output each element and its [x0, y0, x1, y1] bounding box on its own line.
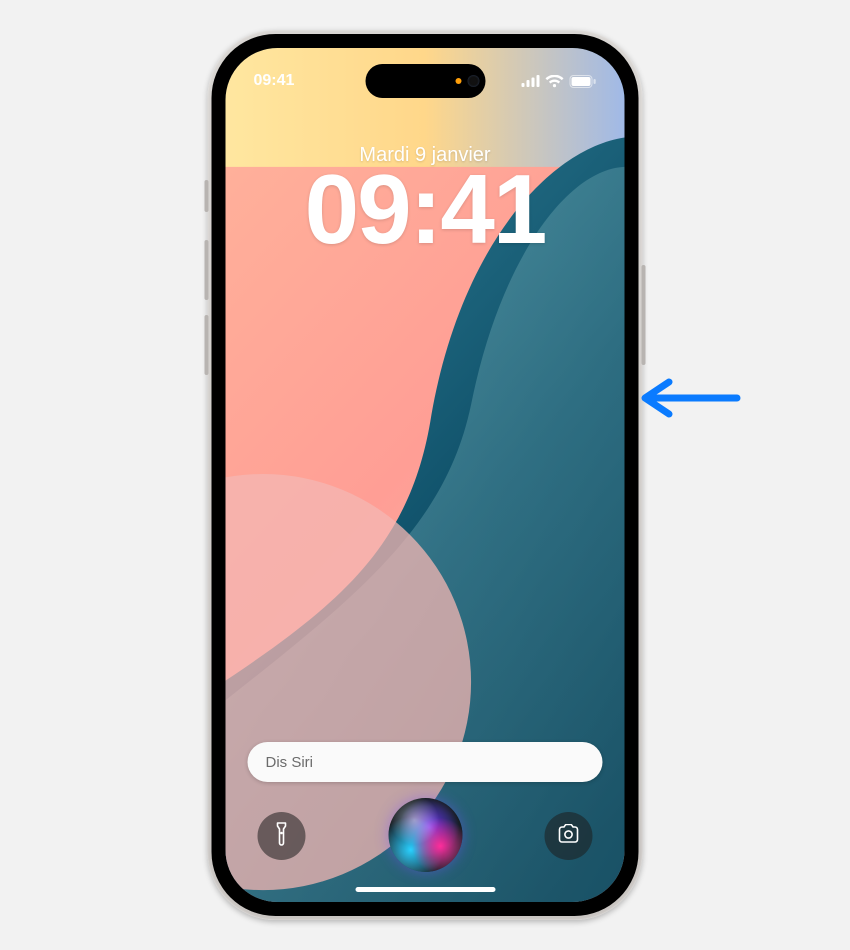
phone-bezel: 09:41 — [212, 34, 639, 916]
volume-up-button[interactable] — [205, 240, 209, 300]
front-camera-icon — [467, 75, 479, 87]
siri-input[interactable]: Dis Siri — [248, 742, 603, 782]
camera-button[interactable] — [545, 812, 593, 860]
lock-time: 09:41 — [226, 160, 625, 258]
wifi-icon — [546, 75, 564, 88]
side-button[interactable] — [642, 265, 646, 365]
mic-indicator-icon — [455, 78, 461, 84]
iphone-device: 09:41 — [208, 30, 643, 920]
home-indicator[interactable] — [355, 887, 495, 892]
status-time: 09:41 — [254, 72, 295, 90]
cellular-icon — [522, 75, 540, 87]
siri-orb-icon[interactable] — [388, 798, 462, 872]
dynamic-island[interactable] — [365, 64, 485, 98]
siri-prompt-text: Dis Siri — [266, 754, 314, 771]
flashlight-icon — [272, 822, 292, 851]
battery-icon — [570, 75, 597, 88]
volume-down-button[interactable] — [205, 315, 209, 375]
flashlight-button[interactable] — [258, 812, 306, 860]
mute-switch[interactable] — [205, 180, 209, 212]
lock-screen: 09:41 — [226, 48, 625, 902]
camera-icon — [557, 824, 581, 849]
annotation-arrow-icon — [635, 377, 745, 424]
